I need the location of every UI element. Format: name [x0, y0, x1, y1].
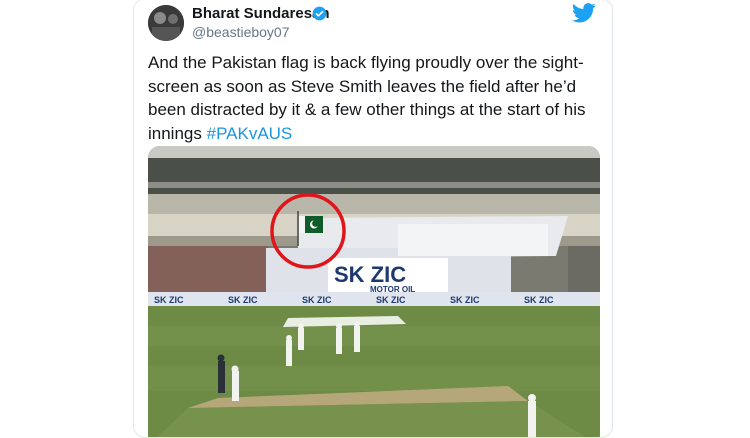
author-handle[interactable]: @beastieboy07	[192, 24, 290, 40]
boundary-ad: SK ZIC	[524, 295, 554, 305]
stadium-photo: SK ZIC MOTOR OIL SK ZIC SK ZIC SK ZIC SK…	[148, 146, 600, 437]
tweet-photo[interactable]: SK ZIC MOTOR OIL SK ZIC SK ZIC SK ZIC SK…	[148, 146, 600, 437]
boundary-ad: SK ZIC	[154, 295, 184, 305]
tweet-card[interactable]: Bharat Sundaresan @beastieboy07 And the …	[133, 0, 613, 438]
twitter-bird-icon[interactable]	[572, 3, 596, 23]
verified-badge-icon	[312, 6, 327, 21]
billboard-brand: SK ZIC	[334, 262, 406, 287]
avatar[interactable]	[148, 5, 184, 41]
boundary-ad: SK ZIC	[228, 295, 258, 305]
boundary-ad: SK ZIC	[376, 295, 406, 305]
author-name[interactable]: Bharat Sundaresan	[192, 5, 330, 22]
tweet-text: And the Pakistan flag is back flying pro…	[148, 51, 603, 145]
page: Bharat Sundaresan @beastieboy07 And the …	[0, 0, 750, 438]
hashtag-link[interactable]: #PAKvAUS	[207, 124, 293, 143]
boundary-ad: SK ZIC	[450, 295, 480, 305]
boundary-ad: SK ZIC	[302, 295, 332, 305]
